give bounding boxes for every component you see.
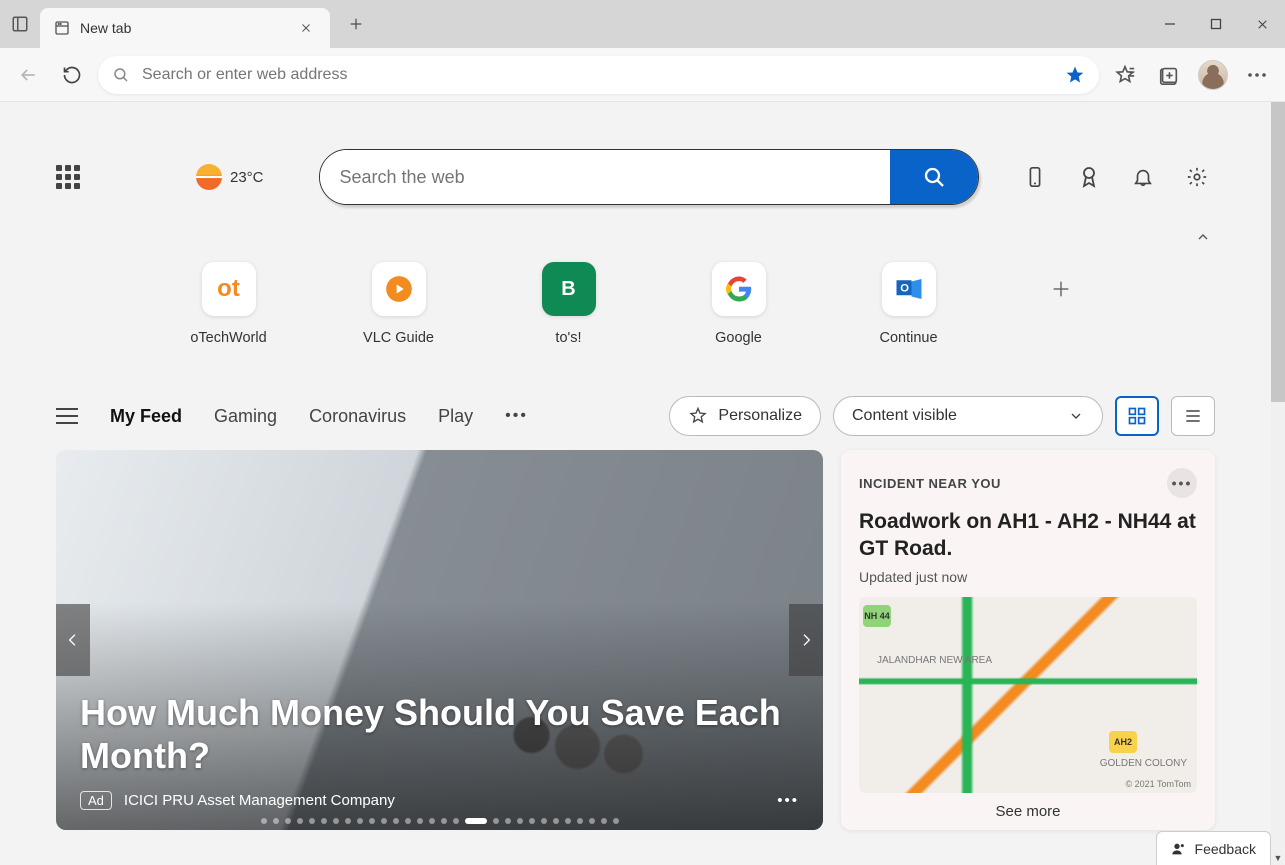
mobile-icon[interactable] [1021,163,1049,191]
favorites-button[interactable] [1107,57,1143,93]
feedback-label: Feedback [1195,841,1256,857]
refresh-button[interactable] [54,57,90,93]
page-content: 23°C otoTechWorld VLC Guide Bto's! Googl… [0,102,1271,865]
quick-link[interactable]: O Continue [864,262,954,346]
title-bar: New tab [0,0,1285,48]
content-visibility-dropdown[interactable]: Content visible [833,396,1103,436]
toolbar [0,48,1285,102]
web-search-box[interactable] [319,149,979,205]
quick-link-label: Continue [879,330,937,346]
ad-badge: Ad [80,791,112,810]
profile-avatar[interactable] [1195,57,1231,93]
quick-link[interactable]: VLC Guide [354,262,444,346]
weather-icon [196,164,222,190]
address-input[interactable] [142,66,1053,84]
scrollbar[interactable] [1271,102,1285,851]
close-tab-icon[interactable] [296,18,316,38]
quick-link-label: Google [715,330,762,346]
minimize-button[interactable] [1147,0,1193,48]
map-shield: NH 44 [863,605,891,627]
quick-link[interactable]: Bto's! [524,262,614,346]
notifications-icon[interactable] [1129,163,1157,191]
hero-more-icon[interactable]: ••• [777,792,799,809]
weather-widget[interactable]: 23°C [196,164,264,190]
search-icon [112,66,130,84]
hero-next-button[interactable] [789,604,823,676]
close-window-button[interactable] [1239,0,1285,48]
hero-pagination[interactable] [56,818,823,824]
feed-tab-myfeed[interactable]: My Feed [110,406,182,427]
feed-tab-gaming[interactable]: Gaming [214,406,277,427]
scrollbar-thumb[interactable] [1271,102,1285,402]
feed-more-icon[interactable]: ••• [505,407,528,425]
see-more-link[interactable]: See more [995,803,1060,820]
web-search-input[interactable] [320,150,890,204]
grid-view-button[interactable] [1115,396,1159,436]
incident-title: Roadwork on AH1 - AH2 - NH44 at GT Road. [859,508,1197,563]
temperature-text: 23°C [230,169,264,186]
incident-updated: Updated just now [859,569,1197,585]
list-view-button[interactable] [1171,396,1215,436]
rewards-icon[interactable] [1075,163,1103,191]
tab-actions-icon[interactable] [0,0,40,48]
page-settings-icon[interactable] [1183,163,1211,191]
quick-link[interactable]: Google [694,262,784,346]
incident-card[interactable]: INCIDENT NEAR YOU ••• Roadwork on AH1 - … [841,450,1215,830]
personalize-button[interactable]: Personalize [669,396,821,436]
map-label: JALANDHAR NEW AREA [877,655,992,666]
tab-title: New tab [80,20,131,36]
web-search-button[interactable] [890,150,978,204]
collapse-chevron-icon[interactable] [1195,229,1211,245]
quick-link-label: oTechWorld [190,330,266,346]
app-launcher-icon[interactable] [50,159,86,195]
incident-eyebrow: INCIDENT NEAR YOU [859,476,1001,491]
quick-link-label: VLC Guide [363,330,434,346]
feed-tab-play[interactable]: Play [438,406,473,427]
maximize-button[interactable] [1193,0,1239,48]
map-label: GOLDEN COLONY [1100,758,1187,769]
chevron-down-icon [1068,408,1084,424]
hero-headline: How Much Money Should You Save Each Mont… [80,692,799,777]
svg-text:O: O [900,283,909,295]
quick-links: otoTechWorld VLC Guide Bto's! Google O Co… [0,252,1271,346]
map-shield: AH2 [1109,731,1137,753]
feed-tab-coronavirus[interactable]: Coronavirus [309,406,406,427]
content-visibility-label: Content visible [852,407,957,425]
new-tab-button[interactable] [336,4,376,44]
feed-menu-icon[interactable] [56,408,78,424]
favorite-star-icon[interactable] [1065,65,1085,85]
incident-more-icon[interactable]: ••• [1167,468,1197,498]
collections-button[interactable] [1151,57,1187,93]
quick-link-label: to's! [555,330,581,346]
hero-prev-button[interactable] [56,604,90,676]
settings-menu-button[interactable] [1239,57,1275,93]
hero-source: ICICI PRU Asset Management Company [124,792,395,809]
hero-card[interactable]: How Much Money Should You Save Each Mont… [56,450,823,830]
browser-tab[interactable]: New tab [40,8,330,48]
quick-link[interactable]: otoTechWorld [184,262,274,346]
scrollbar-down-arrow[interactable]: ▼ [1271,851,1285,865]
map-attribution: © 2021 TomTom [1126,779,1192,789]
address-bar[interactable] [98,56,1099,94]
add-quick-link-button[interactable] [1034,262,1088,316]
back-button[interactable] [10,57,46,93]
feedback-button[interactable]: Feedback [1156,831,1271,865]
personalize-label: Personalize [718,407,802,425]
incident-map[interactable]: NH 44 JALANDHAR NEW AREA AH2 GOLDEN COLO… [859,597,1197,793]
